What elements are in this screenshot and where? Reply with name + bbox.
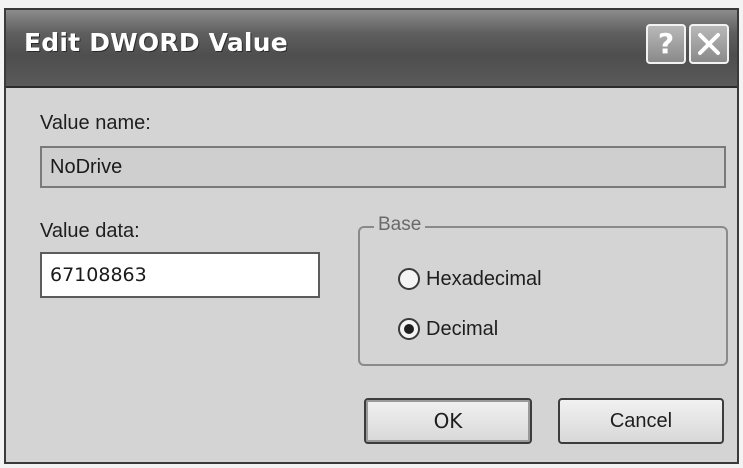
ok-button[interactable]: OK xyxy=(364,398,532,444)
ok-button-label: OK xyxy=(433,409,463,433)
value-name-label: Value name: xyxy=(40,112,151,134)
radio-decimal-label: Decimal xyxy=(426,317,499,340)
radio-hexadecimal-button[interactable] xyxy=(398,268,420,290)
radio-hexadecimal[interactable]: Hexadecimal xyxy=(398,264,542,294)
radio-decimal[interactable]: Decimal xyxy=(398,314,498,344)
help-icon: ? xyxy=(657,27,675,60)
cancel-button-label: Cancel xyxy=(609,409,673,432)
close-button[interactable] xyxy=(689,24,729,64)
value-data-input[interactable]: 67108863 xyxy=(40,252,320,298)
edit-dword-dialog: Edit DWORD Value ? Value name: NoDrive V… xyxy=(4,8,739,464)
title-bar[interactable]: Edit DWORD Value ? xyxy=(6,10,737,88)
radio-hexadecimal-label: Hexadecimal xyxy=(426,267,542,290)
close-icon xyxy=(698,33,720,55)
value-name-text: NoDrive xyxy=(50,155,123,178)
value-data-text: 67108863 xyxy=(50,264,147,286)
cancel-button[interactable]: Cancel xyxy=(558,398,724,444)
base-legend: Base xyxy=(374,214,426,236)
window-title: Edit DWORD Value xyxy=(24,28,288,57)
base-groupbox: Base Hexadecimal Decimal xyxy=(358,214,728,366)
radio-decimal-button[interactable] xyxy=(398,318,420,340)
value-name-field: NoDrive xyxy=(40,146,726,188)
value-data-label: Value data: xyxy=(40,220,140,242)
help-button[interactable]: ? xyxy=(646,24,686,64)
radio-selected-dot xyxy=(404,324,414,334)
